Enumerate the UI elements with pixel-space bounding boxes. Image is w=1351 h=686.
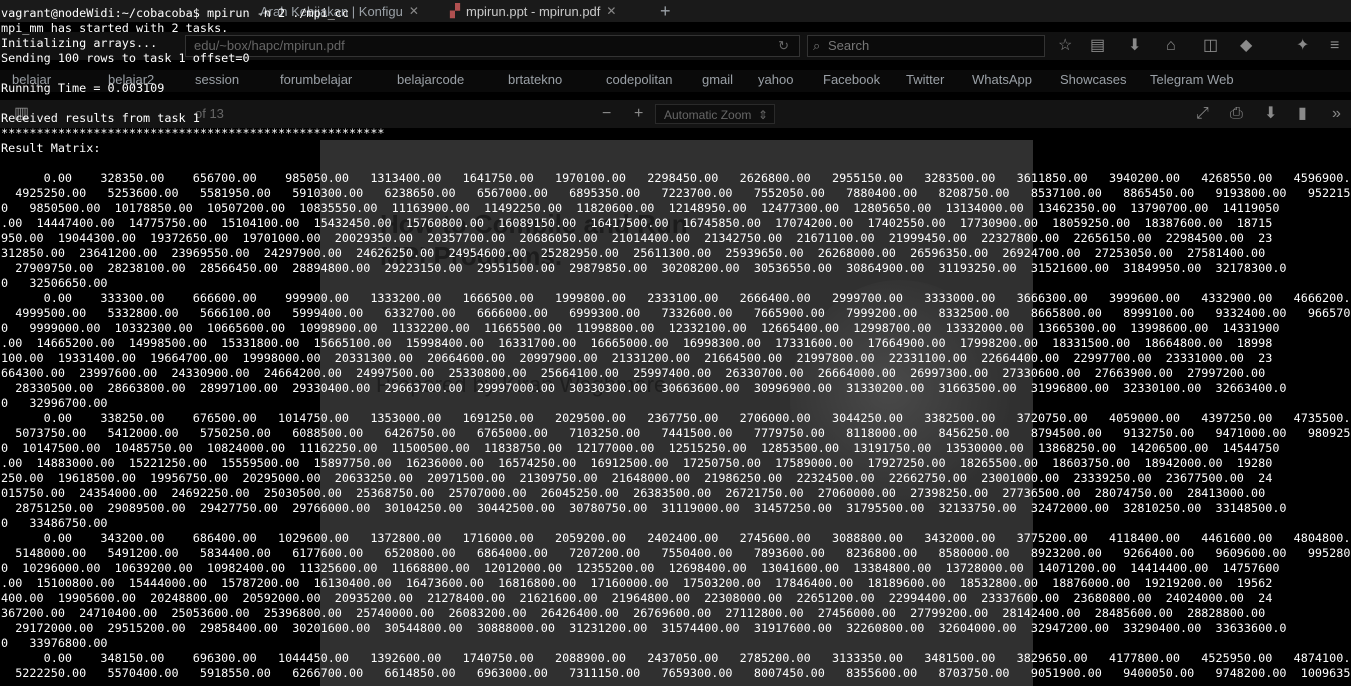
terminal-line: 367200.00 24710400.00 25053600.00 253968… [1, 606, 1266, 620]
terminal-line: 0 32506650.00 [1, 276, 108, 290]
terminal-line: 100.00 19331400.00 19664700.00 19998000.… [1, 351, 1273, 365]
terminal-line: 0 32996700.00 [1, 396, 108, 410]
terminal-line: 0 33976800.00 [1, 636, 108, 650]
terminal-line: 4999500.00 5332800.00 5666100.00 5999400… [1, 306, 1351, 320]
terminal-line: ****************************************… [1, 126, 385, 140]
terminal-prompt-line: vagrant@nodeWidi:~/cobacoba$ mpirun -n 2… [1, 6, 350, 20]
terminal-line: 950.00 19044300.00 19372650.00 19701000.… [1, 231, 1273, 245]
terminal-line: 664300.00 23997600.00 24330900.00 246642… [1, 366, 1266, 380]
terminal-line: 0.00 328350.00 656700.00 985050.00 13134… [1, 171, 1351, 185]
terminal-line: Initializing arrays... [1, 36, 158, 50]
terminal-line: 312850.00 23641200.00 23969550.00 242979… [1, 246, 1266, 260]
terminal-line: Result Matrix: [1, 141, 101, 155]
terminal-line: 015750.00 24354000.00 24692250.00 250305… [1, 486, 1266, 500]
terminal-line: 5148000.00 5491200.00 5834400.00 6177600… [1, 546, 1351, 560]
terminal-line: 0 33486750.00 [1, 516, 108, 530]
terminal-line: Sending 100 rows to task 1 offset=0 [1, 51, 250, 65]
terminal-line: 400.00 19905600.00 20248800.00 20592000.… [1, 591, 1273, 605]
terminal-line: 250.00 19618500.00 19956750.00 20295000.… [1, 471, 1273, 485]
terminal-line: 0.00 343200.00 686400.00 1029600.00 1372… [1, 531, 1351, 545]
terminal-line: Received results from task 1 [1, 111, 200, 125]
terminal-line: 5222250.00 5570400.00 5918550.00 6266700… [1, 666, 1351, 680]
terminal-line: 27909750.00 28238100.00 28566450.00 2889… [1, 261, 1287, 275]
terminal-line: mpi_mm has started with 2 tasks. [1, 21, 229, 35]
terminal-line: 5073750.00 5412000.00 5750250.00 6088500… [1, 426, 1351, 440]
terminal-line: .00 14447400.00 14775750.00 15104100.00 … [1, 216, 1273, 230]
terminal-line: 0.00 333300.00 666600.00 999900.00 13332… [1, 291, 1351, 305]
terminal-line: 29172000.00 29515200.00 29858400.00 3020… [1, 621, 1287, 635]
terminal-line: 4925250.00 5253600.00 5581950.00 5910300… [1, 186, 1351, 200]
terminal-line: Running Time = 0.003109 [1, 81, 165, 95]
terminal-line: 0 10147500.00 10485750.00 10824000.00 11… [1, 441, 1280, 455]
terminal-line: 0 9999000.00 10332300.00 10665600.00 109… [1, 321, 1280, 335]
terminal-line: 28751250.00 29089500.00 29427750.00 2976… [1, 501, 1287, 515]
terminal-line: .00 15100800.00 15444000.00 15787200.00 … [1, 576, 1273, 590]
terminal-line: .00 14883000.00 15221250.00 15559500.00 … [1, 456, 1273, 470]
terminal-line: 0.00 348150.00 696300.00 1044450.00 1392… [1, 651, 1351, 665]
terminal-line: 0 9850500.00 10178850.00 10507200.00 108… [1, 201, 1280, 215]
terminal-line: 0.00 338250.00 676500.00 1014750.00 1353… [1, 411, 1351, 425]
terminal-line: 0 10296000.00 10639200.00 10982400.00 11… [1, 561, 1280, 575]
terminal-line: .00 14665200.00 14998500.00 15331800.00 … [1, 336, 1273, 350]
terminal-output[interactable]: vagrant@nodeWidi:~/cobacoba$ mpirun -n 2… [0, 0, 1351, 686]
terminal-line: 28330500.00 28663800.00 28997100.00 2933… [1, 381, 1287, 395]
